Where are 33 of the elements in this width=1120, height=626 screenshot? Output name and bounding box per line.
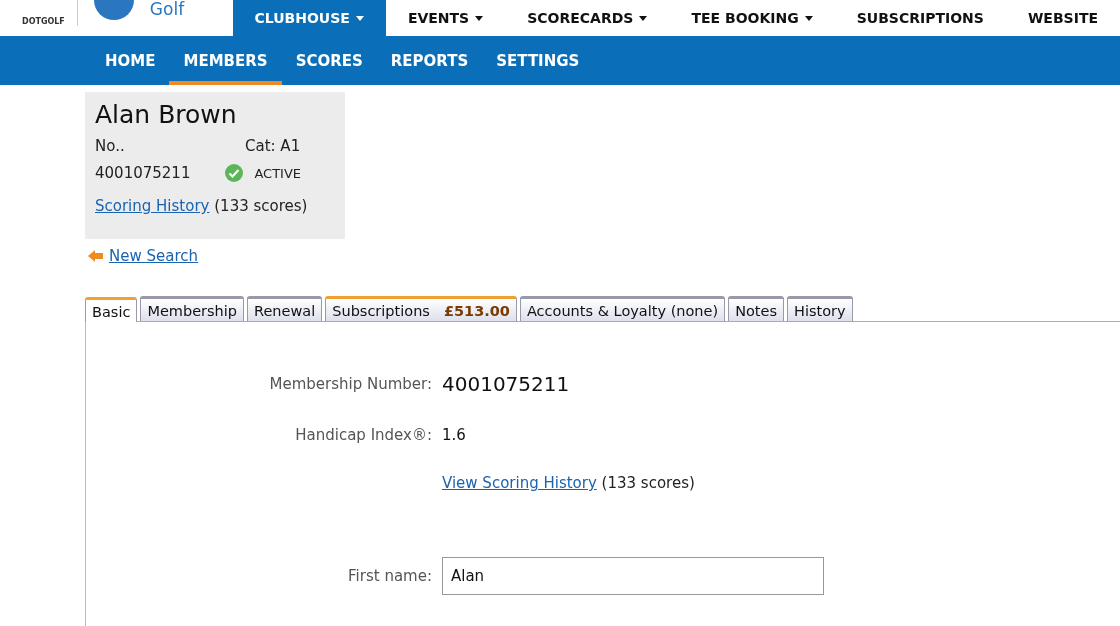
- status: ACTIVE: [254, 165, 302, 181]
- tab[interactable]: Membership: [140, 296, 244, 321]
- nav-item[interactable]: CLUBHOUSE: [232, 0, 386, 36]
- tab[interactable]: Renewal: [247, 296, 323, 321]
- scores-count: (133 scores): [213, 197, 308, 215]
- scores-count: (133 scores): [600, 474, 695, 492]
- member-number: 4001075211: [95, 164, 191, 182]
- tab[interactable]: History: [787, 296, 853, 321]
- new-search-link[interactable]: New Search: [109, 247, 199, 265]
- field-label: First name:: [347, 567, 432, 585]
- category: Cat: A1: [245, 137, 301, 155]
- field-label: Handicap Index®:: [294, 426, 432, 444]
- nav-item[interactable]: HOME: [91, 36, 170, 85]
- logo-text: DOTGOLF: [22, 17, 65, 26]
- tab[interactable]: Basic: [85, 297, 138, 322]
- nav-item[interactable]: SETTINGS: [482, 36, 594, 85]
- tab[interactable]: Notes: [728, 296, 785, 321]
- field-label: Membership Number:: [268, 375, 432, 393]
- nav-item[interactable]: MEMBERS: [169, 36, 282, 85]
- scoring-history-link[interactable]: Scoring History: [95, 197, 210, 215]
- scoring-history-link[interactable]: View Scoring History: [442, 474, 597, 492]
- member-name: Alan Brown: [95, 100, 238, 129]
- input-field[interactable]: Alan: [442, 557, 824, 595]
- field-value: 4001075211: [442, 372, 571, 396]
- tab[interactable]: Accounts & Loyalty (none): [519, 296, 726, 321]
- back-arrow-icon: [88, 250, 103, 262]
- tab[interactable]: Subscriptions £513.00: [325, 296, 517, 321]
- nav-item[interactable]: REPORTS: [376, 36, 483, 85]
- nav-item[interactable]: SCORES: [281, 36, 377, 85]
- check-icon: [224, 163, 245, 183]
- number-label: No..: [95, 137, 126, 155]
- brand-name: Golf: [149, 0, 185, 18]
- field-value: 1.6: [442, 426, 467, 444]
